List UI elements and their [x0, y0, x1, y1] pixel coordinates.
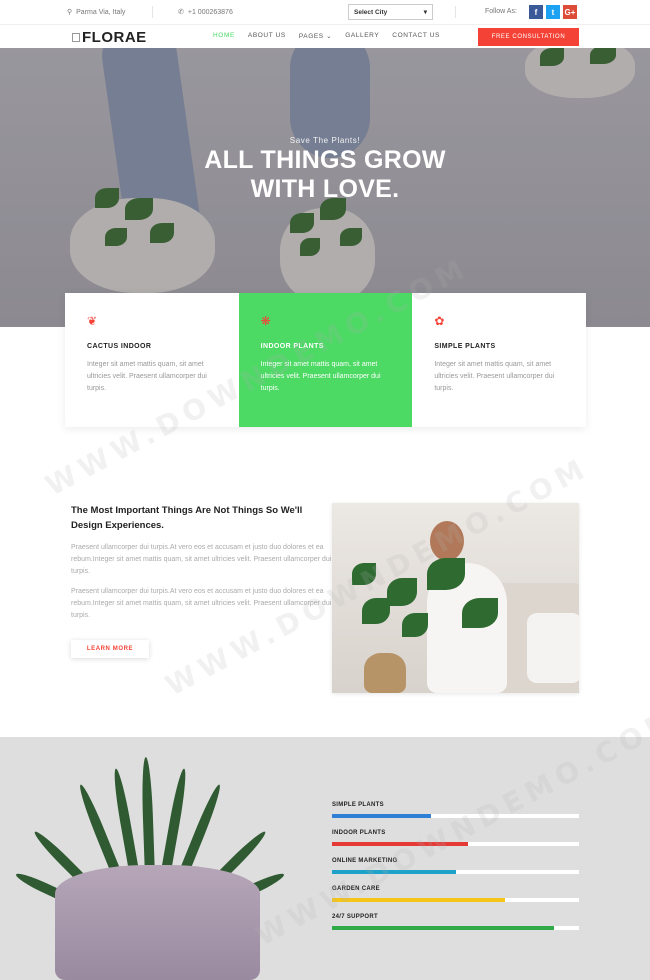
google-plus-icon[interactable]: G+ [563, 5, 577, 19]
divider [455, 6, 456, 18]
skill-bar: GARDEN CARE [332, 886, 579, 902]
skill-bar: ONLINE MARKETING [332, 858, 579, 874]
skill-fill [332, 814, 431, 818]
skill-label: 24/7 SUPPORT [332, 914, 378, 920]
skill-track [332, 814, 579, 818]
about-paragraph: Praesent ullamcorper dui turpis.At vero … [71, 588, 332, 620]
feature-card[interactable]: ❦ CACTUS INDOOR Integer sit amet mattis … [65, 293, 239, 427]
feature-text: Integer sit amet mattis quam, sit amet u… [434, 361, 555, 392]
leaf-icon: ❦ [87, 314, 98, 328]
logo[interactable]: FLORAE [72, 29, 147, 46]
skill-label: INDOOR PLANTS [332, 830, 386, 836]
hero-title: ALL THINGS GROW WITH LOVE. [0, 146, 650, 204]
about-title: The Most Important Things Are Not Things… [71, 505, 303, 531]
main-navbar: FLORAE HOME ABOUT US PAGES ⌄ GALLERY CON… [0, 24, 650, 48]
flower-icon: ❋ [260, 314, 271, 328]
phone-icon: ✆ [178, 9, 184, 16]
photo-leaf [462, 598, 498, 628]
divider [152, 6, 153, 18]
broken-image-icon [72, 33, 80, 42]
bow-icon: ✿ [434, 314, 445, 328]
photo-leaf [427, 558, 465, 590]
map-pin-icon: ⚲ [67, 9, 73, 16]
about-photo [332, 503, 579, 693]
hero-title-line1: ALL THINGS GROW [204, 146, 446, 174]
photo-person-head [430, 521, 464, 561]
skill-bar: INDOOR PLANTS [332, 830, 579, 846]
city-select[interactable]: Select City ▾ [348, 4, 433, 20]
learn-more-button[interactable]: LEARN MORE [71, 640, 149, 658]
skill-fill [332, 870, 456, 874]
skill-track [332, 926, 579, 930]
photo-leaf [387, 578, 417, 606]
skill-fill [332, 926, 555, 930]
skill-label: SIMPLE PLANTS [332, 802, 384, 808]
hero-subtitle: Save The Plants! [289, 136, 361, 145]
photo-pillow [527, 613, 579, 683]
plant-pot [55, 865, 260, 980]
location-text: Parma Via, Italy [76, 8, 126, 16]
location: ⚲ Parma Via, Italy [67, 8, 126, 17]
top-bar: ⚲ Parma Via, Italy ✆ +1 000263876 Select… [0, 0, 650, 24]
about-paragraph: Praesent ullamcorper dui turpis.At vero … [71, 544, 332, 576]
skill-label: GARDEN CARE [332, 886, 380, 892]
city-select-value: Select City [354, 8, 388, 16]
twitter-icon[interactable]: t [546, 5, 560, 19]
photo-leaf [402, 613, 428, 637]
plant-leaf [140, 756, 155, 878]
skill-track [332, 898, 579, 902]
follow-label: Follow As: [485, 8, 517, 15]
free-consultation-button[interactable]: FREE CONSULTATION [478, 28, 579, 46]
nav-menu: HOME ABOUT US PAGES ⌄ GALLERY CONTACT US [213, 32, 440, 40]
logo-text: FLORAE [82, 29, 147, 46]
nav-item-about[interactable]: ABOUT US [248, 32, 286, 40]
feature-cards: ❦ CACTUS INDOOR Integer sit amet mattis … [65, 293, 586, 427]
skill-track [332, 842, 579, 846]
phone-text: +1 000263876 [187, 8, 233, 16]
feature-text: Integer sit amet mattis quam, sit amet u… [260, 361, 381, 392]
feature-text: Integer sit amet mattis quam, sit amet u… [87, 361, 207, 392]
feature-title: CACTUS INDOOR [87, 343, 152, 350]
caret-down-icon: ▾ [423, 9, 427, 16]
hero-banner: Save The Plants! ALL THINGS GROW WITH LO… [0, 48, 650, 327]
phone: ✆ +1 000263876 [178, 8, 233, 17]
nav-item-contact[interactable]: CONTACT US [392, 32, 440, 40]
feature-title: INDOOR PLANTS [260, 343, 324, 350]
feature-card[interactable]: ✿ SIMPLE PLANTS Integer sit amet mattis … [412, 293, 586, 427]
skill-label: ONLINE MARKETING [332, 858, 398, 864]
skill-bar: SIMPLE PLANTS [332, 802, 579, 818]
photo-leaf [362, 598, 390, 624]
facebook-icon[interactable]: f [529, 5, 543, 19]
skill-fill [332, 842, 468, 846]
hero-title-line2: WITH LOVE. [250, 175, 400, 203]
feature-title: SIMPLE PLANTS [434, 343, 496, 350]
nav-item-home[interactable]: HOME [213, 32, 235, 40]
feature-card[interactable]: ❋ INDOOR PLANTS Integer sit amet mattis … [238, 293, 413, 427]
nav-item-gallery[interactable]: GALLERY [345, 32, 379, 40]
photo-leaf [352, 563, 376, 585]
photo-basket [364, 653, 406, 693]
nav-item-pages-label: PAGES [298, 33, 324, 40]
skill-track [332, 870, 579, 874]
skill-fill [332, 898, 505, 902]
skill-bar: 24/7 SUPPORT [332, 914, 579, 930]
chevron-down-icon: ⌄ [326, 33, 333, 40]
nav-item-pages[interactable]: PAGES ⌄ [299, 32, 332, 40]
